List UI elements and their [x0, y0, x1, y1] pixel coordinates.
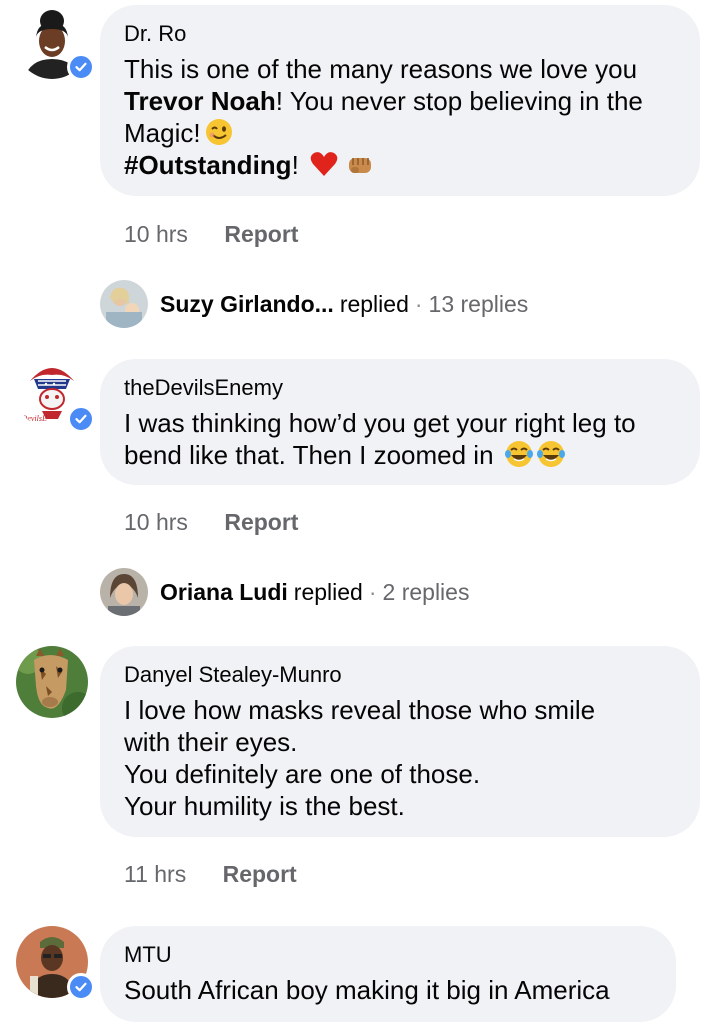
comment-text: South African boy making it big in Ameri…	[124, 975, 610, 1005]
avatar-text: eDevilsE	[18, 414, 47, 423]
comment-timestamp[interactable]: 10 hrs	[124, 509, 188, 535]
comment-author[interactable]: Danyel Stealey-Munro	[124, 662, 676, 688]
view-replies-link[interactable]: Oriana Ludi replied · 2 replies	[100, 568, 469, 616]
report-button[interactable]: Report	[223, 861, 297, 887]
reply-author: Suzy Girlando...	[160, 290, 334, 317]
comment-author[interactable]: Dr. Ro	[124, 21, 676, 47]
reply-author: Oriana Ludi	[160, 578, 288, 605]
comment-meta: 10 hrs Report	[124, 508, 298, 536]
separator-dot: ·	[414, 290, 423, 317]
verified-badge-icon	[67, 53, 95, 81]
comment-bubble: Danyel Stealey-Munro I love how masks re…	[100, 646, 700, 837]
avatar[interactable]	[16, 646, 88, 718]
view-replies-link[interactable]: Suzy Girlando... replied · 13 replies	[100, 280, 528, 328]
report-button[interactable]: Report	[224, 221, 298, 247]
reply-count: 2 replies	[382, 578, 470, 605]
separator-dot: ·	[368, 578, 377, 605]
comment-text: This is one of the many reasons we love …	[124, 54, 643, 180]
tears-of-joy-emoji-icon	[504, 439, 534, 469]
comment-bubble: theDevilsEnemy I was thinking how’d you …	[100, 359, 700, 485]
comment-text: I was thinking how’d you get your right …	[124, 408, 636, 470]
comment-author[interactable]: MTU	[124, 942, 652, 968]
fist-emoji-icon	[345, 149, 375, 179]
avatar	[100, 280, 148, 328]
reply-verb: replied	[293, 578, 363, 605]
comment-author[interactable]: theDevilsEnemy	[124, 375, 676, 401]
comment-bubble: MTU South African boy making it big in A…	[100, 926, 676, 1022]
verified-badge-icon	[67, 973, 95, 1001]
comment-bubble: Dr. Ro This is one of the many reasons w…	[100, 5, 700, 196]
comment-meta: 10 hrs Report	[124, 220, 298, 248]
wink-emoji-icon	[204, 117, 234, 147]
comment-timestamp[interactable]: 11 hrs	[124, 861, 186, 887]
comment-timestamp[interactable]: 10 hrs	[124, 221, 188, 247]
report-button[interactable]: Report	[224, 509, 298, 535]
red-heart-emoji-icon	[309, 149, 339, 179]
comment-text: I love how masks reveal those who smile …	[124, 695, 596, 821]
tears-of-joy-emoji-icon	[536, 439, 566, 469]
reply-verb: replied	[339, 290, 409, 317]
verified-badge-icon	[67, 405, 95, 433]
hashtag-outstanding[interactable]: #Outstanding	[124, 150, 292, 180]
comment-meta: 11 hrs Report	[124, 860, 297, 888]
mention-trevor-noah[interactable]: Trevor Noah	[124, 86, 276, 116]
reply-count: 13 replies	[428, 290, 529, 317]
avatar	[100, 568, 148, 616]
